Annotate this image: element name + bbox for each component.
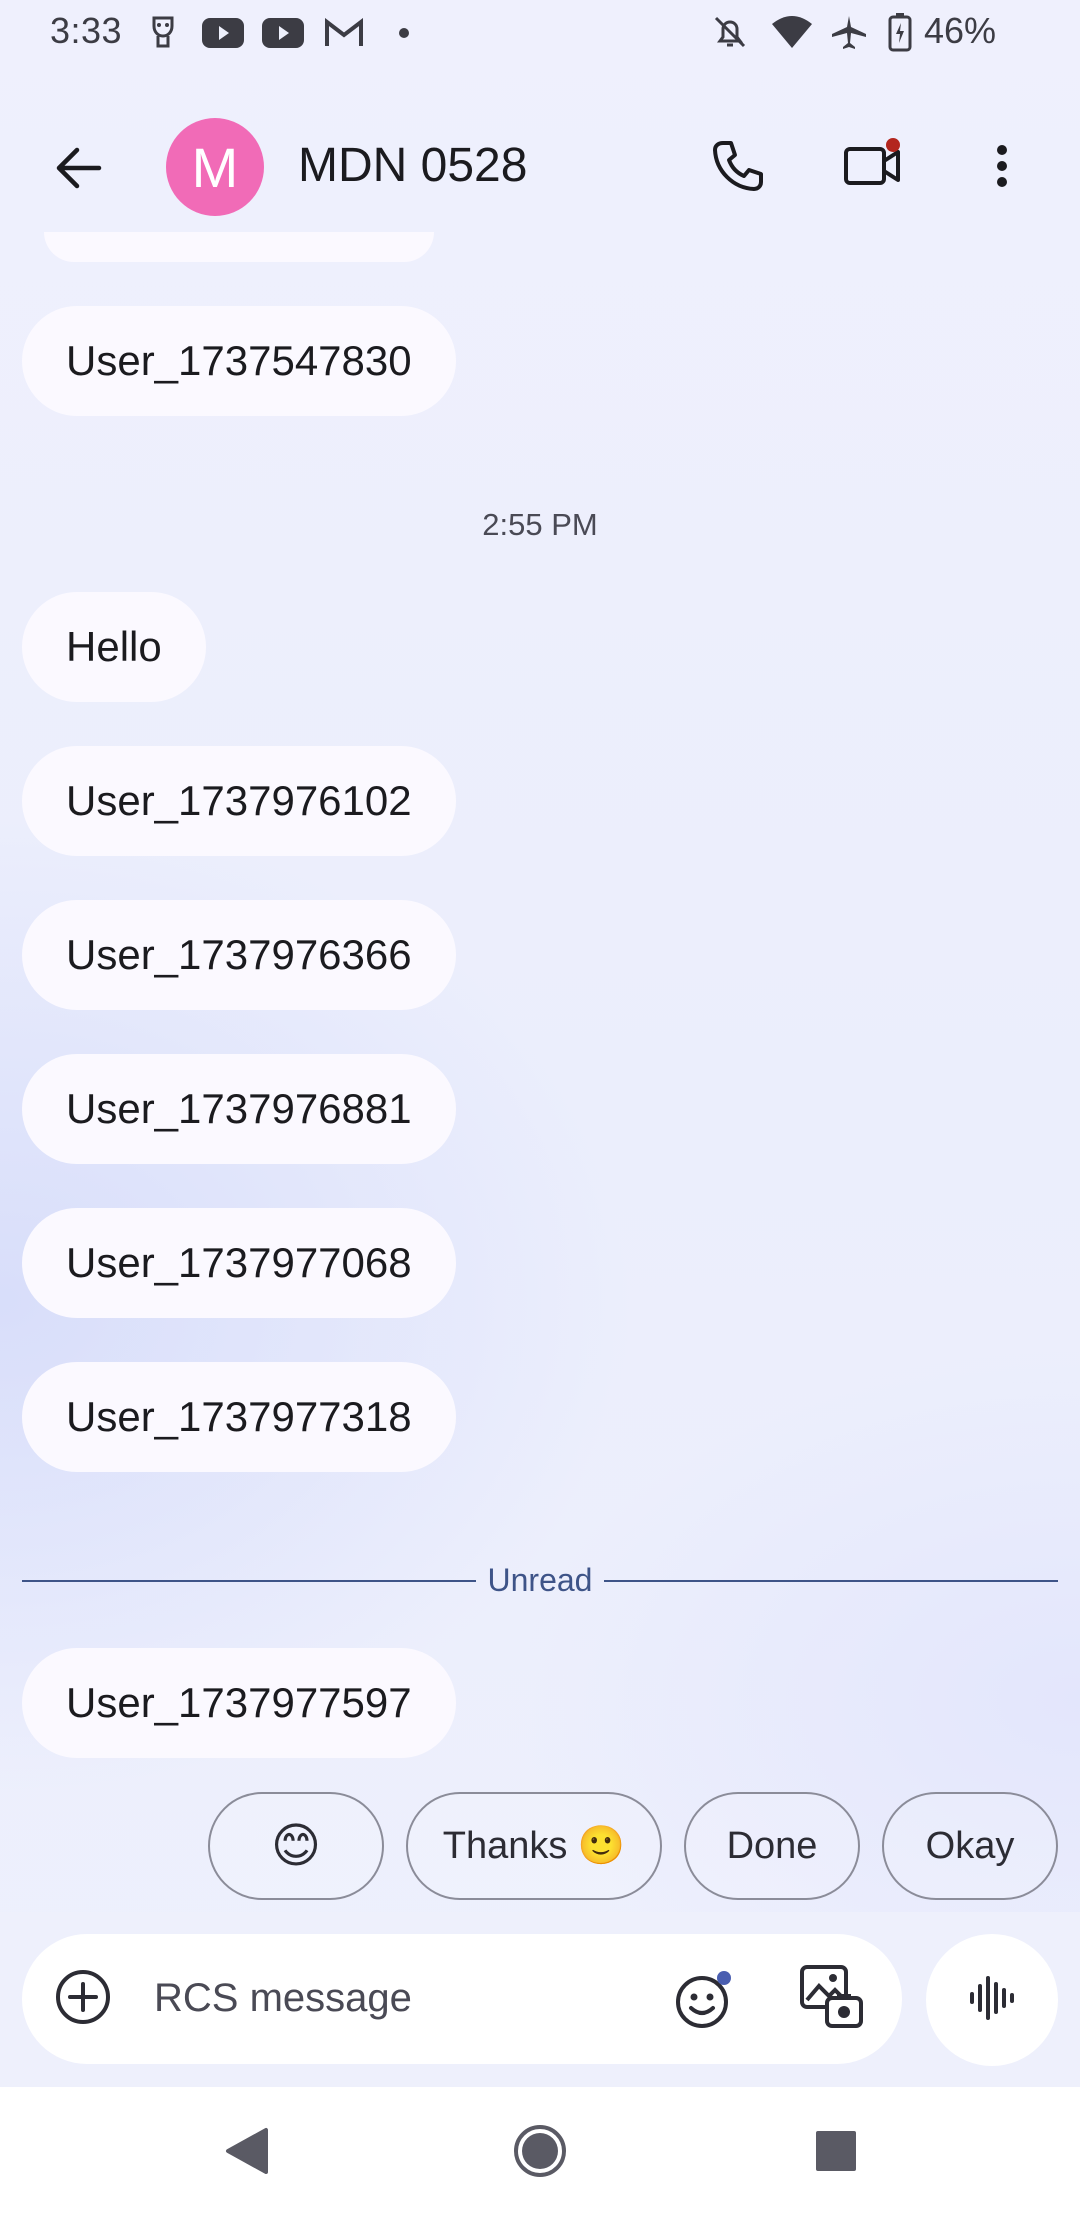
nav-home-button[interactable] (502, 2115, 578, 2191)
gallery-icon (799, 1964, 865, 2035)
emoji-icon (674, 1970, 734, 2030)
avatar-letter: M (191, 135, 239, 199)
message-input[interactable]: RCS message (154, 1976, 412, 2021)
message-composer: RCS message (22, 1934, 902, 2064)
video-call-button[interactable] (834, 130, 910, 206)
message-bubble[interactable]: User_1737976881 (22, 1054, 456, 1164)
voice-message-button[interactable] (926, 1934, 1058, 2066)
message-timestamp: 2:55 PM (482, 507, 598, 542)
add-attachment-button[interactable] (52, 1968, 114, 2030)
message-text: User_1737977068 (66, 1239, 412, 1286)
nav-home-icon (512, 2123, 568, 2184)
battery-charging-icon (888, 12, 912, 57)
composer-area: RCS message (0, 1912, 1080, 2087)
message-text: User_1737977318 (66, 1393, 412, 1440)
message-text: User_1737976102 (66, 777, 412, 824)
message-bubble[interactable]: User_1737977318 (22, 1362, 456, 1472)
message-text: User_1737977597 (66, 1679, 412, 1726)
message-text: User_1737976366 (66, 931, 412, 978)
divider-line (604, 1580, 1058, 1582)
gallery-button[interactable] (798, 1964, 866, 2034)
video-camera-icon (843, 146, 901, 191)
message-bubble[interactable]: Hello (22, 592, 206, 702)
message-text: User_1737976881 (66, 1085, 412, 1132)
message-bubble[interactable]: User_1737977068 (22, 1208, 456, 1318)
suggestion-chip-okay[interactable]: Okay (882, 1792, 1058, 1900)
bell-off-icon (712, 14, 748, 55)
message-bubble[interactable]: User_1737547830 (22, 306, 456, 416)
more-options-button[interactable] (964, 130, 1040, 206)
message-bubble[interactable]: User_1737976102 (22, 746, 456, 856)
youtube-icon (262, 18, 304, 53)
suggestion-chip-thanks[interactable]: Thanks 🙂 (406, 1792, 662, 1900)
back-button[interactable] (40, 132, 116, 208)
voice-waveform-icon (966, 1972, 1018, 2029)
back-arrow-icon (53, 146, 103, 195)
message-text: Hello (66, 623, 162, 670)
phone-icon (711, 139, 765, 198)
airplane-icon (830, 14, 868, 55)
message-bubble[interactable]: User_1737977597 (22, 1648, 456, 1758)
unread-divider: Unread (22, 1560, 1058, 1600)
nav-recents-icon (814, 2129, 858, 2178)
nav-back-button[interactable] (208, 2115, 284, 2191)
contact-name[interactable]: MDN 0528 (298, 138, 527, 193)
nav-back-icon (222, 2126, 270, 2181)
suggestion-chip-done[interactable]: Done (684, 1792, 860, 1900)
more-vert-icon (996, 144, 1008, 193)
dot-icon (398, 26, 410, 44)
message-bubble-partial[interactable] (44, 232, 434, 262)
status-time: 3:33 (50, 10, 123, 51)
status-bar: 3:33 46% (0, 0, 1080, 66)
suggestion-chip-emoji[interactable]: 😊 (208, 1792, 384, 1900)
gmail-icon (324, 17, 364, 53)
wifi-icon (770, 14, 814, 55)
emoji-button[interactable] (672, 1968, 736, 2032)
youtube-icon (202, 18, 244, 53)
call-button[interactable] (700, 130, 776, 206)
battery-percentage: 46% (924, 10, 997, 51)
face-icon (148, 14, 178, 57)
system-navigation-bar (0, 2087, 1080, 2220)
notification-badge (886, 138, 900, 152)
nav-recents-button[interactable] (798, 2115, 874, 2191)
message-bubble[interactable]: User_1737976366 (22, 900, 456, 1010)
conversation-header: M MDN 0528 (0, 100, 1080, 230)
add-circle-icon (54, 1968, 112, 2031)
avatar[interactable]: M (166, 118, 264, 216)
message-text: User_1737547830 (66, 337, 412, 384)
